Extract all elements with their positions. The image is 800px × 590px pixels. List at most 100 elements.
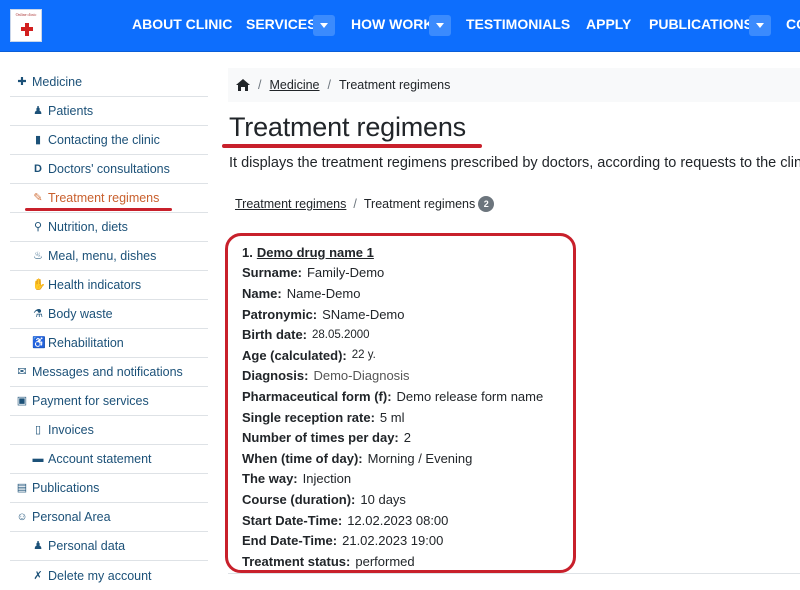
sidebar-item-medicine[interactable]: ✚ Medicine (10, 68, 208, 97)
logo-text: Online clinic (15, 12, 37, 17)
how-work-dropdown-toggle[interactable] (429, 15, 451, 36)
page-title: Treatment regimens (229, 112, 466, 142)
record-field-row: The way: Injection (242, 469, 543, 490)
sidebar-item-label: Patients (48, 104, 94, 118)
sidebar-item-label: Personal Area (32, 510, 111, 524)
sidebar-item-label: Personal data (48, 539, 126, 553)
field-label: Surname: (242, 265, 302, 281)
medkit-icon: ✚ (17, 76, 27, 88)
sidebar-item-payment-for-services[interactable]: ▣ Payment for services (10, 387, 208, 416)
sidebar-item-label: Treatment regimens (48, 191, 160, 205)
record-field-row: End Date-Time: 21.02.2023 19:00 (242, 530, 543, 551)
field-label: Start Date-Time: (242, 512, 343, 528)
sidebar-item-label: Contacting the clinic (48, 133, 160, 147)
drug-name-link[interactable]: Demo drug name 1 (257, 245, 374, 260)
sidebar-item-health-indicators[interactable]: ✋ Health indicators (10, 271, 208, 300)
money-check-icon: ▬ (32, 453, 44, 465)
hand-icon: ✋ (32, 279, 46, 291)
money-icon: ▣ (16, 395, 28, 407)
nav-testimonials[interactable]: TESTIMONIALS (466, 16, 570, 32)
sidebar-item-doctors-consultations[interactable]: D Doctors' consultations (10, 155, 208, 184)
sidebar-item-rehabilitation[interactable]: ♿ Rehabilitation (10, 329, 208, 358)
sidebar-item-personal-area[interactable]: ☺ Personal Area (10, 503, 208, 532)
field-label: Age (calculated): (242, 347, 347, 363)
nav-apply[interactable]: APPLY (586, 16, 631, 32)
sidebar-item-treatment-regimens[interactable]: ✎ Treatment regimens (10, 184, 208, 213)
user-doctor-icon: ♟ (33, 105, 43, 117)
file-medical-icon: ▮ (34, 134, 42, 146)
sidebar-item-publications[interactable]: ▤ Publications (10, 474, 208, 503)
field-value: 5 ml (379, 409, 405, 425)
sidebar-item-label: Publications (32, 481, 100, 495)
sidebar-item-label: Delete my account (48, 568, 152, 583)
nav-services[interactable]: SERVICES (246, 16, 317, 32)
sidebar-item-delete-my-account[interactable]: ✗ Delete my account (10, 561, 208, 590)
sidebar-item-patients[interactable]: ♟ Patients (10, 97, 208, 126)
field-label: Number of times per day: (242, 430, 399, 446)
field-value: 21.02.2023 19:00 (342, 533, 444, 549)
record-field-row: Single reception rate: 5 ml (242, 407, 543, 428)
record-field-row: Patronymic: SName-Demo (242, 304, 543, 325)
breadcrumb-current: Treatment regimens (339, 78, 451, 92)
nav-about-clinic[interactable]: ABOUT CLINIC (132, 16, 232, 32)
count-badge: 2 (478, 196, 495, 212)
sidebar-item-label: Medicine (32, 75, 83, 89)
publications-dropdown-toggle[interactable] (749, 15, 771, 36)
sub-breadcrumb: Treatment regimens / Treatment regimens … (235, 196, 495, 212)
field-value: 12.02.2023 08:00 (347, 512, 449, 528)
sidebar-item-account-statement[interactable]: ▬ Account statement (10, 445, 208, 474)
record-field-row: Diagnosis: Demo-Diagnosis (242, 366, 543, 387)
record-field-row: Surname: Family-Demo (242, 263, 543, 284)
nav-publications[interactable]: PUBLICATIONS (649, 16, 753, 32)
document-icon: D (34, 163, 42, 175)
sidebar-menu: ✚ Medicine ♟ Patients ▮ Contacting the clin… (10, 68, 208, 590)
field-value: 10 days (360, 491, 406, 507)
sidebar-item-nutrition-diets[interactable]: ⚲ Nutrition, diets (10, 213, 208, 242)
page-description: It displays the treatment regimens presc… (229, 155, 800, 171)
sidebar-item-label: Doctors' consultations (48, 162, 170, 176)
nav-contacts[interactable]: CO (786, 16, 800, 32)
user-check-icon: ♟ (33, 540, 43, 552)
breadcrumb: / Medicine / Treatment regimens (228, 68, 800, 102)
sidebar-item-label: Payment for services (32, 394, 149, 408)
hotdish-icon: ♨ (33, 250, 43, 262)
record-field-row: Number of times per day: 2 (242, 427, 543, 448)
field-label: Course (duration): (242, 491, 356, 507)
flask-icon: ⚗ (33, 308, 43, 320)
sub-breadcrumb-link[interactable]: Treatment regimens (235, 197, 346, 211)
field-label: Birth date: (242, 327, 307, 343)
record-field-row: Start Date-Time: 12.02.2023 08:00 (242, 510, 543, 531)
sidebar-item-personal-data[interactable]: ♟ Personal data (10, 532, 208, 561)
field-value: performed (355, 553, 415, 569)
sidebar-item-messages-and-notifications[interactable]: ✉ Messages and notifications (10, 358, 208, 387)
sidebar-item-label: Nutrition, diets (48, 220, 128, 234)
field-label: Treatment status: (242, 553, 351, 569)
envelope-icon: ✉ (17, 366, 27, 378)
field-label: Single reception rate: (242, 409, 375, 425)
sub-breadcrumb-current: Treatment regimens (363, 197, 476, 211)
sidebar-item-contacting-the-clinic[interactable]: ▮ Contacting the clinic (10, 126, 208, 155)
sidebar-item-label: Body waste (48, 307, 113, 321)
user-circle-icon: ☺ (16, 511, 28, 523)
record-field-row: Age (calculated): 22 y. (242, 345, 543, 366)
field-value: Demo-Diagnosis (313, 368, 410, 384)
user-slash-icon: ✗ (33, 569, 43, 582)
nav-how-work[interactable]: HOW WORK (351, 16, 433, 32)
field-value: Morning / Evening (367, 450, 473, 466)
field-value: 28.05.2000 (312, 328, 370, 341)
sidebar-item-invoices[interactable]: ▯ Invoices (10, 416, 208, 445)
title-highlight-underline (222, 144, 482, 148)
field-label: When (time of day): (242, 450, 363, 466)
field-value: SName-Demo (322, 306, 405, 322)
record-field-row: Course (duration): 10 days (242, 489, 543, 510)
sidebar-item-meal-menu-dishes[interactable]: ♨ Meal, menu, dishes (10, 242, 208, 271)
services-dropdown-toggle[interactable] (313, 15, 335, 36)
field-value: Family-Demo (306, 265, 385, 281)
breadcrumb-link-medicine[interactable]: Medicine (269, 78, 319, 92)
field-label: Name: (242, 285, 282, 301)
clinic-logo[interactable]: Online clinic (10, 9, 42, 42)
record-field-row: Pharmaceutical form (f): Demo release for… (242, 386, 543, 407)
invoice-icon: ▯ (34, 424, 42, 436)
sidebar-item-body-waste[interactable]: ⚗ Body waste (10, 300, 208, 329)
home-icon[interactable] (236, 79, 250, 91)
